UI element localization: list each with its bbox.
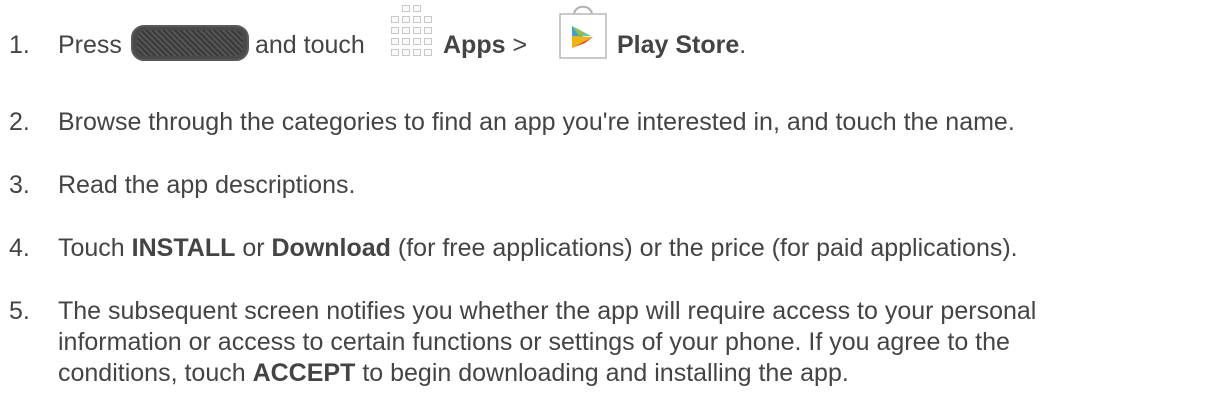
begin-download-text: to begin downloading and installing the … (362, 359, 849, 387)
step-1: 1. Press and touch Apps > Play Store. (0, 0, 1207, 64)
step-number: 3. (9, 171, 30, 199)
apps-grid-cell (402, 16, 410, 23)
apps-grid-cell (413, 5, 421, 12)
step-text-line-2: information or access to certain functio… (58, 328, 1010, 356)
apps-path-label: Apps > (443, 30, 527, 61)
apps-grid-cell (391, 27, 399, 34)
apps-grid-cell (413, 27, 421, 34)
apps-grid-cell (391, 49, 399, 56)
apps-grid-cell (424, 49, 432, 56)
touch-text: Touch (58, 234, 125, 262)
step-number: 2. (9, 108, 30, 136)
step-number: 4. (9, 234, 30, 262)
step-number: 5. (9, 297, 30, 325)
step-2: 2. Browse through the categories to find… (0, 107, 1207, 138)
step-3: 3. Read the app descriptions. (0, 170, 1207, 201)
apps-grid-cell (402, 5, 410, 12)
apps-grid-cell (402, 27, 410, 34)
accept-label: ACCEPT (252, 359, 356, 387)
play-store-label-group: Play Store. (617, 30, 746, 61)
apps-grid-icon (390, 4, 436, 60)
apps-grid-cell (391, 38, 399, 45)
step-text-line-3: conditions, touch ACCEPT to begin downlo… (58, 358, 1207, 389)
and-touch-text: and touch (255, 31, 365, 59)
path-separator: > (512, 31, 528, 59)
apps-grid-cell (413, 49, 421, 56)
step-text: Read the app descriptions. (58, 171, 356, 199)
apps-grid-cell (402, 38, 410, 45)
press-text: Press (58, 31, 122, 59)
apps-grid-cell (413, 38, 421, 45)
install-label: INSTALL (131, 234, 236, 262)
apps-grid-cell (413, 16, 421, 23)
or-text: or (242, 234, 265, 262)
step-5: 5. The subsequent screen notifies you wh… (0, 296, 1207, 389)
conditions-text: conditions, touch (58, 359, 246, 387)
step-text: Browse through the categories to find an… (58, 108, 1015, 136)
home-key-icon (131, 25, 249, 61)
step-text: Touch INSTALL or Download (for free appl… (58, 233, 1207, 264)
apps-grid-cell (402, 49, 410, 56)
download-label: Download (271, 234, 391, 262)
step-number: 1. (9, 31, 30, 59)
pricing-text: (for free applications) or the price (fo… (397, 234, 1018, 262)
step-text-line-1: The subsequent screen notifies you wheth… (58, 297, 1037, 325)
period: . (739, 31, 747, 59)
play-store-bag-icon (557, 2, 609, 60)
step-4: 4. Touch INSTALL or Download (for free a… (0, 233, 1207, 264)
play-store-label: Play Store (617, 31, 740, 59)
apps-label: Apps (443, 31, 506, 59)
apps-grid-cell (424, 27, 432, 34)
apps-grid-cell (424, 38, 432, 45)
apps-grid-cell (424, 16, 432, 23)
apps-grid-cell (391, 16, 399, 23)
